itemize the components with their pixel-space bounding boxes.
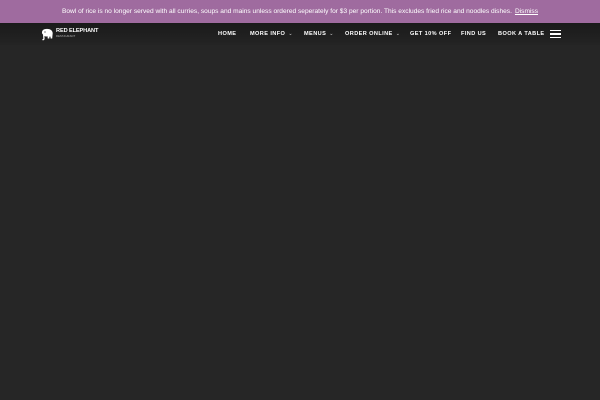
dismiss-link[interactable]: Dismiss bbox=[515, 8, 538, 15]
nav-menus-label: MENUS bbox=[304, 31, 327, 37]
announcement-bar: Bowl of rice is no longer served with al… bbox=[0, 0, 600, 23]
brand-tagline: RESTAURANT bbox=[56, 35, 76, 38]
nav-book-a-table[interactable]: BOOK A TABLE bbox=[498, 23, 545, 45]
nav-more-info-label: MORE INFO bbox=[250, 31, 286, 37]
nav-home-label: HOME bbox=[218, 31, 237, 37]
nav-find-us-label: FIND US bbox=[461, 31, 487, 37]
nav-home[interactable]: HOME bbox=[218, 23, 236, 45]
site-logo[interactable]: RED ELEPHANT RESTAURANT bbox=[40, 27, 98, 41]
nav-more-info[interactable]: MORE INFO ⌄ bbox=[250, 23, 293, 45]
nav-find-us[interactable]: FIND US bbox=[461, 23, 486, 45]
chevron-down-icon: ⌄ bbox=[329, 31, 334, 37]
announcement-text: Bowl of rice is no longer served with al… bbox=[61, 8, 512, 15]
nav-menus[interactable]: MENUS ⌄ bbox=[304, 23, 334, 45]
main-content-area bbox=[0, 45, 600, 400]
nav-get-discount[interactable]: GET 10% OFF bbox=[410, 23, 451, 45]
nav-order-online-label: ORDER ONLINE bbox=[345, 31, 393, 37]
nav-get-discount-label: GET 10% OFF bbox=[410, 31, 452, 37]
hamburger-menu-icon[interactable] bbox=[550, 30, 561, 38]
chevron-down-icon: ⌄ bbox=[288, 31, 293, 37]
chevron-down-icon: ⌄ bbox=[395, 31, 401, 37]
main-navigation: RED ELEPHANT RESTAURANT HOME MORE INFO ⌄… bbox=[0, 23, 600, 45]
nav-order-online[interactable]: ORDER ONLINE ⌄ bbox=[345, 23, 400, 45]
elephant-icon bbox=[40, 28, 54, 41]
nav-book-a-table-label: BOOK A TABLE bbox=[498, 31, 545, 37]
